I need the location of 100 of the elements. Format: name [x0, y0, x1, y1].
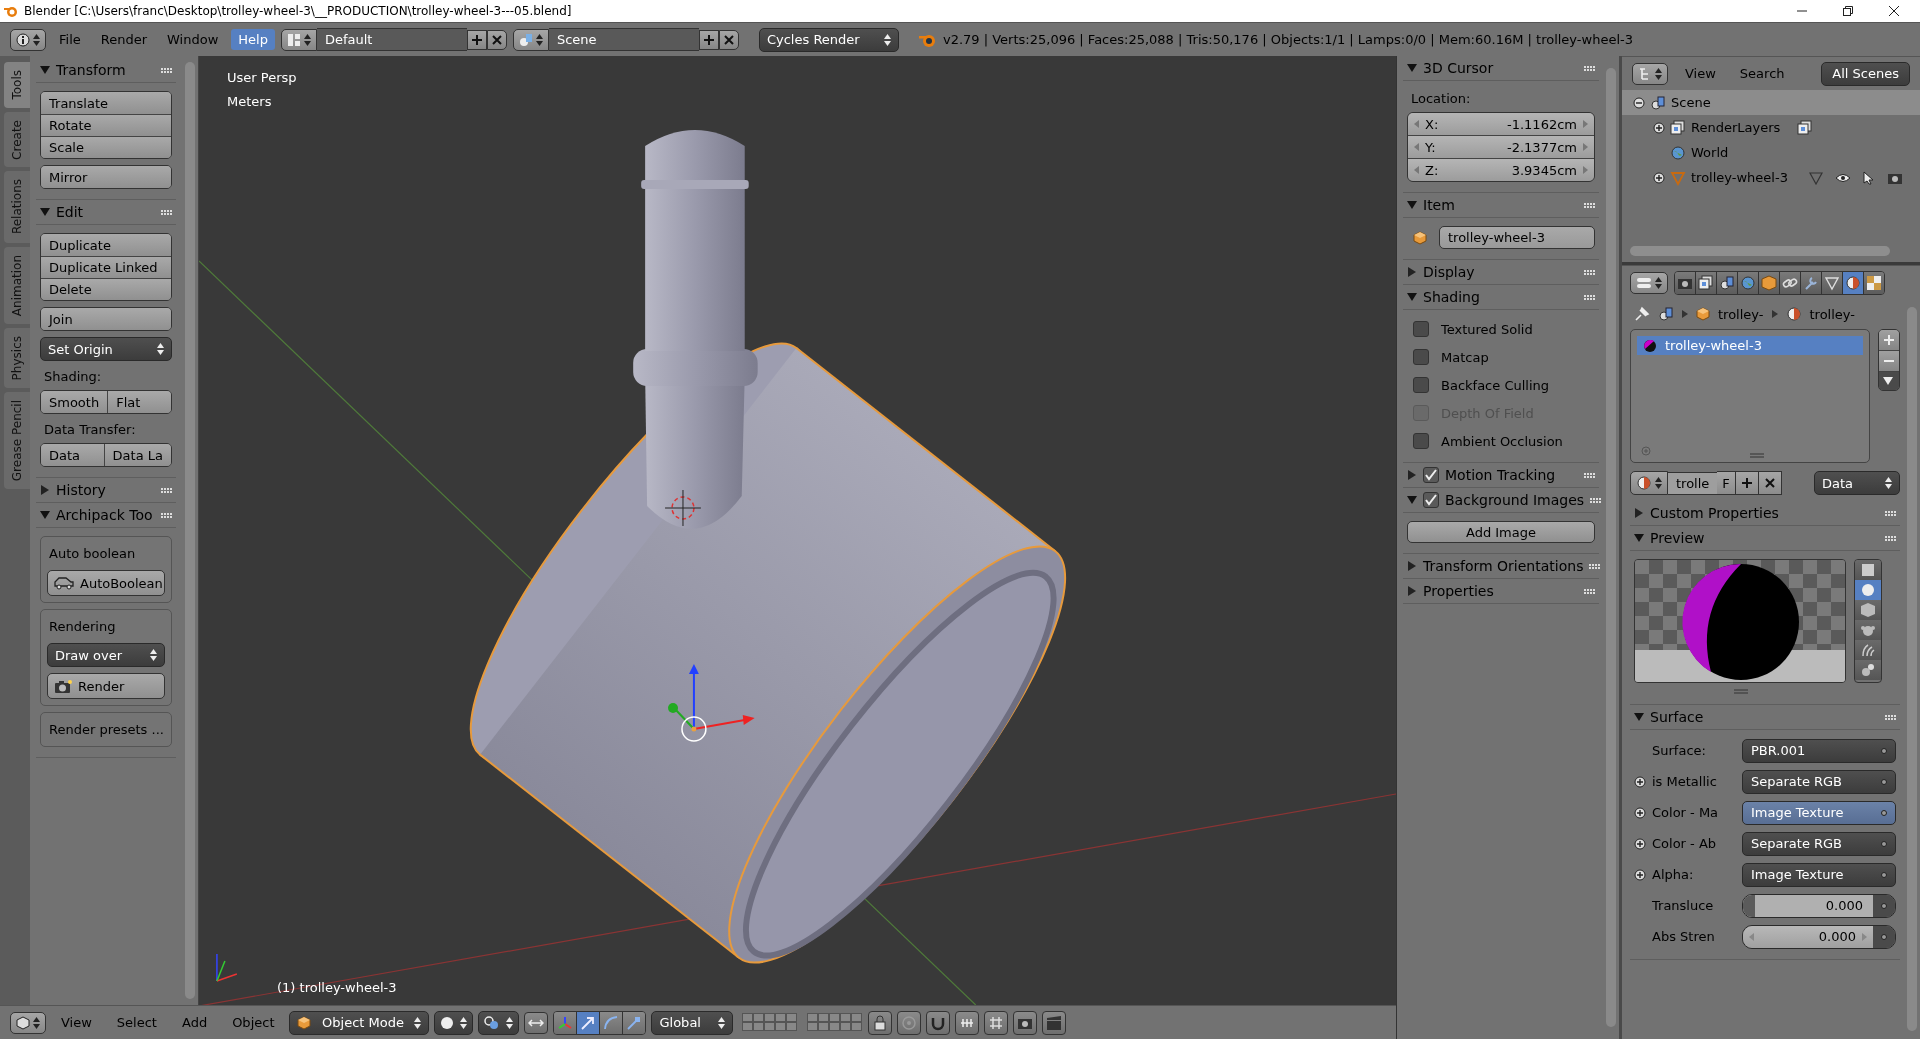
- layer-grid-icon[interactable]: [742, 1013, 799, 1032]
- scrollbar[interactable]: [1606, 68, 1616, 1027]
- expand-toggle-icon[interactable]: [1634, 806, 1646, 819]
- tool-button[interactable]: Mirror: [41, 166, 171, 188]
- preview-shape-button[interactable]: [1855, 620, 1881, 640]
- grip-icon[interactable]: [1590, 497, 1602, 503]
- tool-button[interactable]: AutoBoolean: [47, 570, 165, 596]
- properties-tab[interactable]: [1821, 271, 1842, 294]
- manipulator-button[interactable]: [599, 1011, 623, 1034]
- grip-icon[interactable]: [1584, 65, 1595, 71]
- link-dropdown[interactable]: Data: [1814, 471, 1900, 495]
- grip-icon[interactable]: [1584, 472, 1595, 478]
- material-name-field[interactable]: trolle: [1668, 471, 1718, 495]
- tool-button[interactable]: Data: [41, 444, 104, 466]
- eye-icon[interactable]: [1834, 171, 1851, 184]
- dropdown[interactable]: Draw over: [47, 643, 165, 667]
- editor-type-button[interactable]: [10, 28, 46, 51]
- properties-tab[interactable]: [1800, 271, 1821, 294]
- toolbar-button[interactable]: [1013, 1010, 1038, 1035]
- checkbox[interactable]: [1423, 467, 1439, 483]
- menu-item[interactable]: Help: [231, 29, 275, 50]
- disclosure-triangle-icon[interactable]: [1407, 586, 1417, 596]
- tool-tab[interactable]: Grease Pencil: [4, 392, 30, 490]
- toolbar-button[interactable]: [897, 1010, 922, 1035]
- menu-item[interactable]: Object: [222, 1012, 285, 1033]
- scrollbar[interactable]: [1630, 246, 1890, 256]
- checkbox[interactable]: [1423, 492, 1439, 508]
- fake-user-button[interactable]: F: [1717, 471, 1736, 495]
- mode-dropdown[interactable]: Object Mode: [289, 1010, 430, 1035]
- grip-icon[interactable]: [1584, 588, 1595, 594]
- tool-button[interactable]: Translate: [41, 92, 171, 114]
- menu-item[interactable]: Window: [160, 29, 226, 50]
- close-icon[interactable]: [1888, 5, 1900, 17]
- checkbox[interactable]: [1413, 377, 1429, 393]
- scene-field[interactable]: Scene: [548, 28, 699, 51]
- grip-icon[interactable]: [1584, 294, 1595, 300]
- tool-button[interactable]: Render: [47, 673, 165, 699]
- toolbar-button[interactable]: [868, 1010, 893, 1035]
- disclosure-triangle-icon[interactable]: [40, 65, 50, 75]
- disclosure-triangle-icon[interactable]: [1634, 712, 1644, 722]
- checkbox[interactable]: [1413, 321, 1429, 337]
- preview-shape-button[interactable]: [1855, 580, 1881, 600]
- scrollbar[interactable]: [1907, 307, 1917, 1031]
- viewport-shading-dropdown[interactable]: [434, 1010, 474, 1035]
- material-browse-button[interactable]: [1630, 471, 1668, 495]
- outliner-row[interactable]: World: [1622, 140, 1920, 165]
- properties-tab[interactable]: [1758, 271, 1779, 294]
- resize-grip-icon[interactable]: [1734, 689, 1748, 694]
- add-image-button[interactable]: Add Image: [1407, 521, 1595, 543]
- tool-button[interactable]: Data La: [103, 444, 171, 466]
- disclosure-triangle-icon[interactable]: [1407, 561, 1417, 571]
- checkbox[interactable]: [1413, 349, 1429, 365]
- editor-type-button[interactable]: [1632, 62, 1668, 85]
- preview-shape-button[interactable]: [1855, 600, 1881, 620]
- node-link-field[interactable]: Image Texture: [1742, 862, 1896, 887]
- toolbar-button[interactable]: [984, 1010, 1009, 1035]
- slot-menu-button[interactable]: [1879, 371, 1899, 390]
- grip-icon[interactable]: [1885, 714, 1896, 720]
- manipulator-button[interactable]: [622, 1011, 646, 1034]
- preview-shape-button[interactable]: [1855, 640, 1881, 660]
- image-layers-icon[interactable]: [1797, 119, 1814, 136]
- screen-layout-field[interactable]: Default: [316, 28, 467, 51]
- preview-shape-button[interactable]: [1855, 660, 1881, 680]
- render-engine-dropdown[interactable]: Cycles Render: [758, 27, 899, 52]
- node-link-field[interactable]: PBR.001: [1742, 738, 1896, 763]
- menu-item[interactable]: Search: [1732, 63, 1792, 84]
- restore-icon[interactable]: [1842, 5, 1854, 17]
- tool-button[interactable]: Duplicate Linked: [41, 256, 171, 278]
- expand-toggle-icon[interactable]: [1653, 171, 1665, 184]
- dropdown[interactable]: Set Origin: [40, 337, 172, 361]
- disclosure-triangle-icon[interactable]: [1407, 200, 1417, 210]
- tool-button[interactable]: Smooth: [41, 391, 108, 413]
- toggle-button[interactable]: [524, 1011, 549, 1034]
- triangle-mesh-icon[interactable]: [1808, 170, 1823, 185]
- node-link-field[interactable]: Image Texture: [1742, 800, 1896, 825]
- disclosure-triangle-icon[interactable]: [40, 485, 50, 495]
- grip-icon[interactable]: [1589, 563, 1601, 569]
- pin-icon[interactable]: [1634, 306, 1650, 322]
- menu-item[interactable]: Render: [93, 29, 155, 50]
- preview-shape-button[interactable]: [1855, 560, 1881, 580]
- editor-type-button[interactable]: [1630, 271, 1668, 294]
- tool-tab[interactable]: Relations: [4, 171, 30, 243]
- disclosure-triangle-icon[interactable]: [1407, 470, 1417, 480]
- properties-tab[interactable]: [1779, 271, 1800, 294]
- scrollbar[interactable]: [185, 62, 195, 999]
- expand-toggle-icon[interactable]: [1634, 837, 1646, 850]
- properties-tab[interactable]: [1842, 271, 1863, 294]
- datablock-browse-button[interactable]: [512, 28, 549, 51]
- remove-slot-button[interactable]: [1879, 350, 1899, 371]
- unlink-button[interactable]: [1758, 471, 1782, 495]
- datablock-browse-button[interactable]: [280, 28, 317, 51]
- toolbar-button[interactable]: [926, 1010, 951, 1035]
- socket-button[interactable]: [1873, 894, 1895, 917]
- disclosure-triangle-icon[interactable]: [40, 510, 50, 520]
- outliner-row[interactable]: Scene: [1622, 90, 1920, 115]
- tool-button[interactable]: Rotate: [41, 114, 171, 136]
- tool-tab[interactable]: Tools: [4, 62, 30, 108]
- manipulator-button[interactable]: [576, 1011, 600, 1034]
- menu-item[interactable]: View: [51, 1012, 102, 1033]
- slider[interactable]: 0.000: [1743, 894, 1873, 917]
